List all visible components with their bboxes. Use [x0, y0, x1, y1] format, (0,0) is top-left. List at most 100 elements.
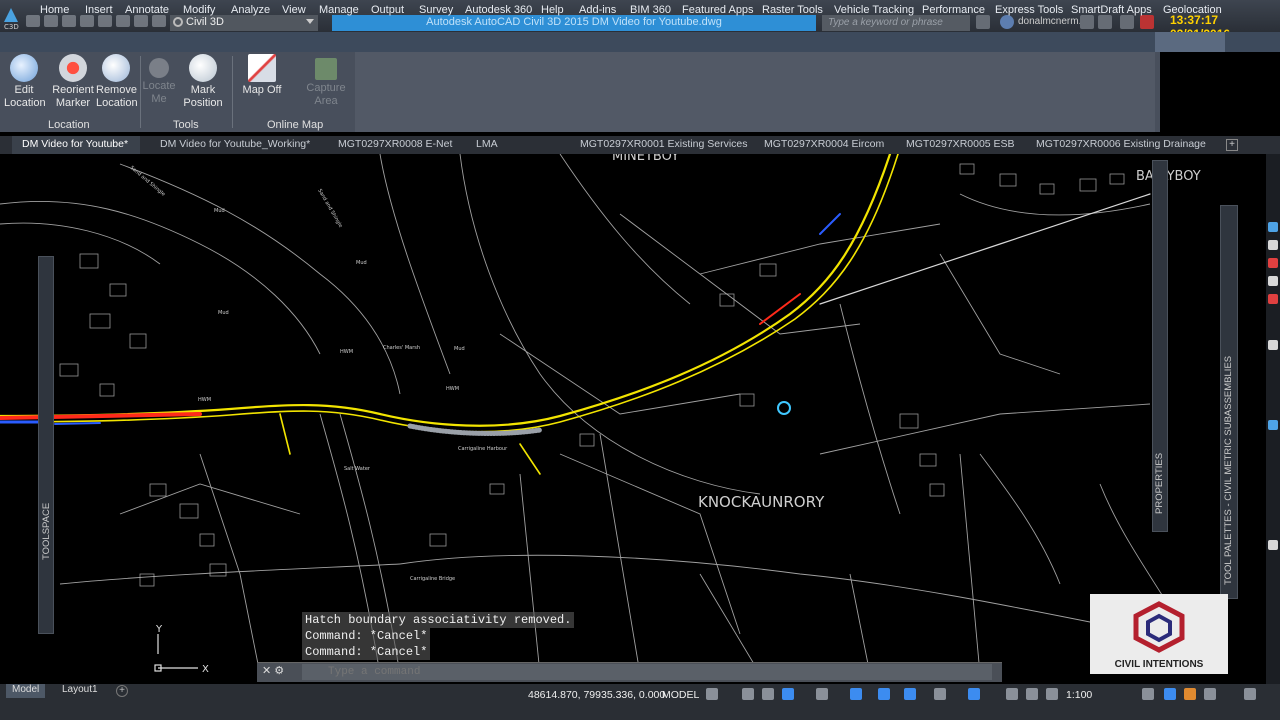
capture-area-button[interactable]: Capture Area — [304, 54, 348, 108]
drawing-canvas[interactable]: KNOCKAUNRORY MINETBOY BALLYBOY Mud Mud M… — [0, 154, 1280, 684]
tool-icon[interactable] — [1268, 540, 1278, 550]
file-tab-dm-video[interactable]: DM Video for Youtube* — [22, 138, 128, 150]
capture-area-icon — [315, 58, 337, 80]
reorient-marker-button[interactable]: Reorient Marker — [52, 54, 94, 110]
tab-annotate[interactable]: Annotate — [125, 4, 169, 16]
annotation-scale[interactable]: 1:100 — [1066, 689, 1092, 701]
zoom-extents-icon[interactable] — [1268, 258, 1278, 268]
tab-insert[interactable]: Insert — [85, 4, 113, 16]
map-off-button[interactable]: Map Off — [240, 54, 284, 97]
binoculars-icon[interactable] — [976, 15, 990, 29]
pan-icon[interactable] — [1268, 240, 1278, 250]
3d-osnap-icon[interactable] — [968, 688, 980, 700]
properties-title: PROPERTIES — [1154, 452, 1165, 514]
open-file-icon[interactable] — [44, 15, 58, 27]
tab-smartdraft-apps[interactable]: SmartDraft Apps — [1071, 4, 1152, 16]
new-file-icon[interactable] — [26, 15, 40, 27]
undo-icon[interactable] — [116, 15, 130, 27]
hardware-acceleration-icon[interactable] — [1184, 688, 1196, 700]
tab-model[interactable]: Model — [6, 684, 46, 698]
orbit-icon[interactable] — [1268, 276, 1278, 286]
tab-add-ins[interactable]: Add-ins — [579, 4, 616, 16]
cursor-coordinates[interactable]: 48614.870, 79935.336, 0.000 — [528, 689, 665, 701]
map-label-hwm-3: HWM — [446, 386, 459, 392]
tab-bim-360[interactable]: BIM 360 — [630, 4, 671, 16]
locate-me-button[interactable]: Locate Me — [142, 54, 176, 106]
lineweight-icon[interactable] — [878, 688, 890, 700]
otrack-icon[interactable] — [850, 688, 862, 700]
file-tab-eircom[interactable]: MGT0297XR0004 Eircom — [764, 138, 884, 150]
file-tab-e-net[interactable]: MGT0297XR0008 E-Net — [338, 138, 452, 150]
model-space-button[interactable]: MODEL — [662, 689, 699, 701]
logo-mark-icon — [1133, 601, 1185, 653]
showmotion-icon[interactable] — [1268, 294, 1278, 304]
file-tab-esb[interactable]: MGT0297XR0005 ESB — [906, 138, 1015, 150]
tab-output[interactable]: Output — [371, 4, 404, 16]
customization-icon[interactable] — [1244, 688, 1256, 700]
plot-icon[interactable] — [98, 15, 112, 27]
map-label-mud-1: Mud — [214, 208, 225, 214]
new-tab-button[interactable]: + — [1226, 139, 1238, 151]
workspace-switch-icon[interactable] — [1142, 688, 1154, 700]
tab-help[interactable]: Help — [541, 4, 564, 16]
clean-screen-icon[interactable] — [1204, 688, 1216, 700]
selection-cycling-icon[interactable] — [934, 688, 946, 700]
file-tab-existing-drainage[interactable]: MGT0297XR0006 Existing Drainage — [1036, 138, 1206, 150]
auto-scale-icon[interactable] — [1046, 688, 1058, 700]
transparency-icon[interactable] — [904, 688, 916, 700]
svg-text:C3D: C3D — [4, 23, 19, 30]
exchange-apps-icon[interactable] — [1080, 15, 1094, 29]
tab-survey[interactable]: Survey — [419, 4, 453, 16]
close-window-icon[interactable] — [1140, 15, 1154, 29]
remove-location-button[interactable]: Remove Location — [96, 54, 138, 110]
redo-icon[interactable] — [134, 15, 148, 27]
tab-analyze[interactable]: Analyze — [231, 4, 270, 16]
osnap-icon[interactable] — [816, 688, 828, 700]
save-icon[interactable] — [62, 15, 76, 27]
save-as-icon[interactable] — [80, 15, 94, 27]
annotation-visibility-icon[interactable] — [1026, 688, 1038, 700]
toolspace-palette[interactable] — [38, 256, 54, 634]
autodesk-a360-icon[interactable] — [1098, 15, 1112, 29]
tab-performance[interactable]: Performance — [922, 4, 985, 16]
quick-access-more-icon[interactable] — [152, 15, 166, 27]
user-icon[interactable] — [1000, 15, 1014, 29]
file-tab-existing-services[interactable]: MGT0297XR0001 Existing Services — [580, 138, 748, 150]
snap-icon[interactable] — [742, 688, 754, 700]
file-tab-lma[interactable]: LMA — [476, 138, 498, 150]
ortho-icon[interactable] — [762, 688, 774, 700]
tool-icon[interactable] — [1268, 340, 1278, 350]
grid-icon[interactable] — [706, 688, 718, 700]
tool-icon[interactable] — [1268, 420, 1278, 430]
edit-location-button[interactable]: Edit Location — [4, 54, 46, 110]
polar-icon[interactable] — [782, 688, 794, 700]
tab-geolocation[interactable]: Geolocation — [1163, 4, 1222, 16]
town-label-knockaunrory: KNOCKAUNRORY — [698, 493, 825, 511]
dynamic-ucs-icon[interactable] — [1006, 688, 1018, 700]
tab-vehicle-tracking[interactable]: Vehicle Tracking — [834, 4, 914, 16]
add-layout-button[interactable]: + — [116, 685, 128, 697]
tab-manage[interactable]: Manage — [319, 4, 359, 16]
isolate-objects-icon[interactable] — [1164, 688, 1176, 700]
svg-text:Y: Y — [155, 624, 163, 635]
user-name[interactable]: donalmcnerm... — [1018, 16, 1087, 27]
panel-title-online-map: Online Map — [267, 119, 324, 131]
tab-express-tools[interactable]: Express Tools — [995, 4, 1063, 16]
tab-view[interactable]: View — [282, 4, 306, 16]
tab-layout1[interactable]: Layout1 — [56, 684, 104, 698]
mark-position-button[interactable]: Mark Position — [182, 54, 224, 110]
file-tab-dm-video-working[interactable]: DM Video for Youtube_Working* — [160, 138, 310, 150]
close-icon[interactable]: ✕ ⚙ — [262, 664, 284, 677]
workspace-dropdown[interactable]: Civil 3D — [170, 15, 318, 31]
tab-modify[interactable]: Modify — [183, 4, 215, 16]
steering-wheel-icon[interactable] — [1268, 222, 1278, 232]
tab-home[interactable]: Home — [40, 4, 69, 16]
help-icon[interactable] — [1120, 15, 1134, 29]
tab-featured-apps[interactable]: Featured Apps — [682, 4, 754, 16]
app-logo-icon[interactable]: C3D — [2, 4, 20, 30]
command-input[interactable] — [302, 664, 992, 680]
search-input[interactable]: Type a keyword or phrase — [822, 15, 970, 31]
tab-raster-tools[interactable]: Raster Tools — [762, 4, 823, 16]
tab-autodesk-360[interactable]: Autodesk 360 — [465, 4, 532, 16]
panel-divider — [232, 56, 233, 128]
